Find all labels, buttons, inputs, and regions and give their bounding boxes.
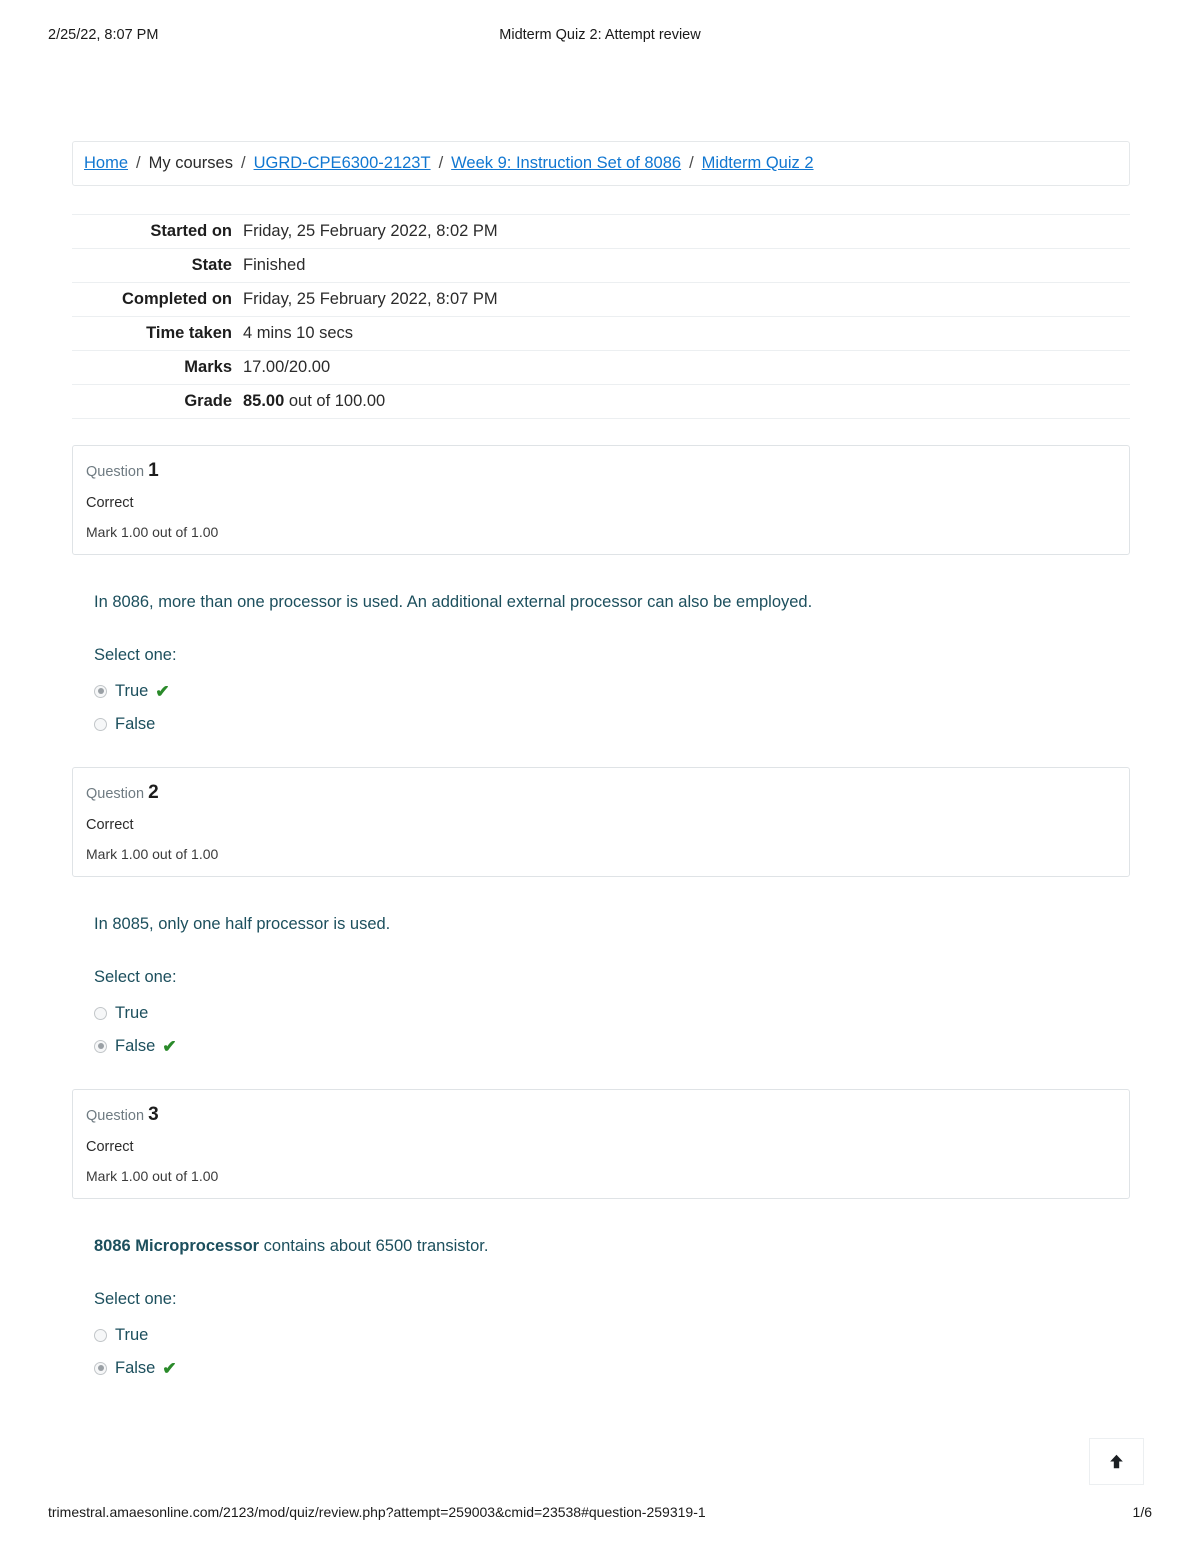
summary-row: Marks 17.00/20.00 [72, 350, 1130, 385]
question-body: In 8085, only one half processor is used… [72, 877, 1130, 1063]
radio-button[interactable] [94, 1039, 107, 1053]
breadcrumb-item-3[interactable]: Week 9: Instruction Set of 8086 [451, 154, 681, 173]
question-block: Question 3 Correct Mark 1.00 out of 1.00 80… [72, 1088, 1130, 1385]
answer-option-label: False [115, 1358, 156, 1377]
breadcrumb-item-1: My courses [148, 154, 233, 172]
summary-row-label: Time taken [146, 324, 232, 342]
breadcrumb-separator: / [689, 154, 694, 172]
summary-row-value: 85.00 out of 100.00 [241, 385, 1130, 419]
summary-row: Time taken 4 mins 10 secs [72, 316, 1130, 351]
summary-row-value: Friday, 25 February 2022, 8:02 PM [243, 222, 498, 240]
question-body: In 8086, more than one processor is used… [72, 555, 1130, 741]
radio-button[interactable] [94, 1006, 107, 1020]
summary-row-value: Friday, 25 February 2022, 8:07 PM [243, 290, 498, 308]
answer-option[interactable]: True [94, 997, 1130, 1030]
page-root: 2/25/22, 8:07 PM Midterm Quiz 2: Attempt… [0, 0, 1200, 1553]
print-footer-page-number: 1/6 [1132, 1504, 1152, 1520]
summary-row-value-rest: out of 100.00 [284, 392, 386, 410]
breadcrumb: Home / My courses / UGRD-CPE6300-2123T / Week … [72, 141, 1130, 186]
answer-options: True False ✔ [94, 1319, 1130, 1385]
summary-row: Grade 85.00 out of 100.00 [72, 384, 1130, 419]
question-number-word: Question [86, 1107, 145, 1124]
answer-option-label: False [115, 714, 156, 733]
question-state: Correct [86, 816, 134, 833]
question-number: Question 1 [86, 460, 1115, 482]
question-number-value: 2 [148, 781, 159, 803]
question-state: Correct [86, 495, 134, 511]
question-text-body: In 8085, only one half processor is used… [94, 914, 391, 933]
answer-option[interactable]: True [94, 1319, 1130, 1352]
breadcrumb-separator: / [240, 154, 246, 172]
summary-row: Completed on Friday, 25 February 2022, 8:… [72, 282, 1130, 317]
question-number-value: 1 [148, 460, 159, 481]
question-info-box: Question 1 Correct Mark 1.00 out of 1.00 [72, 445, 1130, 555]
arrow-up-icon [1107, 1452, 1126, 1471]
correct-check-icon: ✔ [155, 681, 170, 701]
print-footer: trimestral.amaesonline.com/2123/mod/quiz… [48, 1504, 1152, 1526]
summary-row-label: Marks [184, 358, 232, 376]
answer-options: True ✔ False [94, 675, 1130, 741]
select-one-label: Select one: [94, 645, 177, 664]
question-text: 8086 Microprocessor contains about 6500 … [94, 1235, 1130, 1259]
answer-option-label: True [115, 1003, 149, 1022]
radio-button[interactable] [94, 1361, 107, 1375]
radio-button[interactable] [94, 684, 107, 698]
question-mark: Mark 1.00 out of 1.00 [86, 524, 219, 540]
answer-option[interactable]: False ✔ [94, 1030, 1130, 1063]
answer-option-label: False [115, 1036, 156, 1055]
summary-row-label: Started on [150, 222, 232, 240]
question-mark: Mark 1.00 out of 1.00 [86, 845, 219, 862]
correct-check-icon: ✔ [162, 1036, 177, 1056]
select-one-label: Select one: [94, 967, 177, 986]
correct-check-icon: ✔ [162, 1358, 177, 1378]
question-info-box: Question 3 Correct Mark 1.00 out of 1.00 [72, 1088, 1130, 1199]
summary-row: Started on Friday, 25 February 2022, 8:02… [72, 214, 1130, 249]
answer-option-label: True [115, 681, 149, 700]
question-block: Question 2 Correct Mark 1.00 out of 1.00 In… [72, 766, 1130, 1063]
question-info-box: Question 2 Correct Mark 1.00 out of 1.00 [72, 766, 1130, 877]
question-text: In 8086, more than one processor is used… [94, 591, 1130, 615]
answer-option[interactable]: False [94, 708, 1130, 741]
question-number: Question 3 [86, 1104, 1115, 1126]
question-state: Correct [86, 1138, 134, 1155]
questions-container: Question 1 Correct Mark 1.00 out of 1.00 In… [72, 445, 1130, 1385]
answer-option[interactable]: True ✔ [94, 675, 1130, 708]
summary-row-label: Grade [184, 392, 232, 410]
breadcrumb-item-0[interactable]: Home [84, 154, 128, 173]
question-number: Question 2 [86, 782, 1115, 804]
radio-button[interactable] [94, 1328, 107, 1342]
question-text-body: contains about 6500 transistor. [259, 1236, 489, 1255]
print-footer-url: trimestral.amaesonline.com/2123/mod/quiz… [48, 1504, 706, 1520]
summary-row-value: 4 mins 10 secs [243, 324, 354, 342]
summary-row-label: State [191, 256, 232, 274]
breadcrumb-item-4[interactable]: Midterm Quiz 2 [702, 154, 814, 173]
summary-row-value: Finished [243, 256, 306, 274]
attempt-summary-table: Started on Friday, 25 February 2022, 8:02… [72, 214, 1130, 419]
back-to-top-button[interactable] [1089, 1438, 1144, 1485]
summary-row-label: Completed on [122, 290, 232, 308]
question-text-emphasis: 8086 Microprocessor [94, 1236, 260, 1255]
answer-option-label: True [115, 1325, 149, 1344]
answer-option[interactable]: False ✔ [94, 1352, 1130, 1385]
question-number-word: Question [86, 785, 145, 802]
question-number-word: Question [86, 464, 145, 480]
select-one-label: Select one: [94, 1289, 177, 1308]
question-mark: Mark 1.00 out of 1.00 [86, 1167, 219, 1184]
breadcrumb-item-2[interactable]: UGRD-CPE6300-2123T [254, 154, 431, 173]
breadcrumb-separator: / [136, 154, 141, 172]
print-header-title: Midterm Quiz 2: Attempt review [499, 27, 701, 43]
summary-row-value-bold: 85.00 [243, 392, 285, 410]
question-block: Question 1 Correct Mark 1.00 out of 1.00 In… [72, 445, 1130, 741]
radio-button[interactable] [94, 717, 107, 731]
question-body: 8086 Microprocessor contains about 6500 … [72, 1199, 1130, 1385]
breadcrumb-separator: / [438, 154, 444, 172]
summary-row: State Finished [72, 248, 1130, 283]
question-number-value: 3 [148, 1103, 159, 1125]
question-text: In 8085, only one half processor is used… [94, 913, 1130, 937]
content-area: Home / My courses / UGRD-CPE6300-2123T / Week … [72, 141, 1130, 1385]
answer-options: True False ✔ [94, 997, 1130, 1063]
summary-row-value: 17.00/20.00 [243, 358, 331, 376]
question-text-body: In 8086, more than one processor is used… [94, 593, 813, 611]
print-header: 2/25/22, 8:07 PM Midterm Quiz 2: Attempt… [48, 27, 1152, 49]
